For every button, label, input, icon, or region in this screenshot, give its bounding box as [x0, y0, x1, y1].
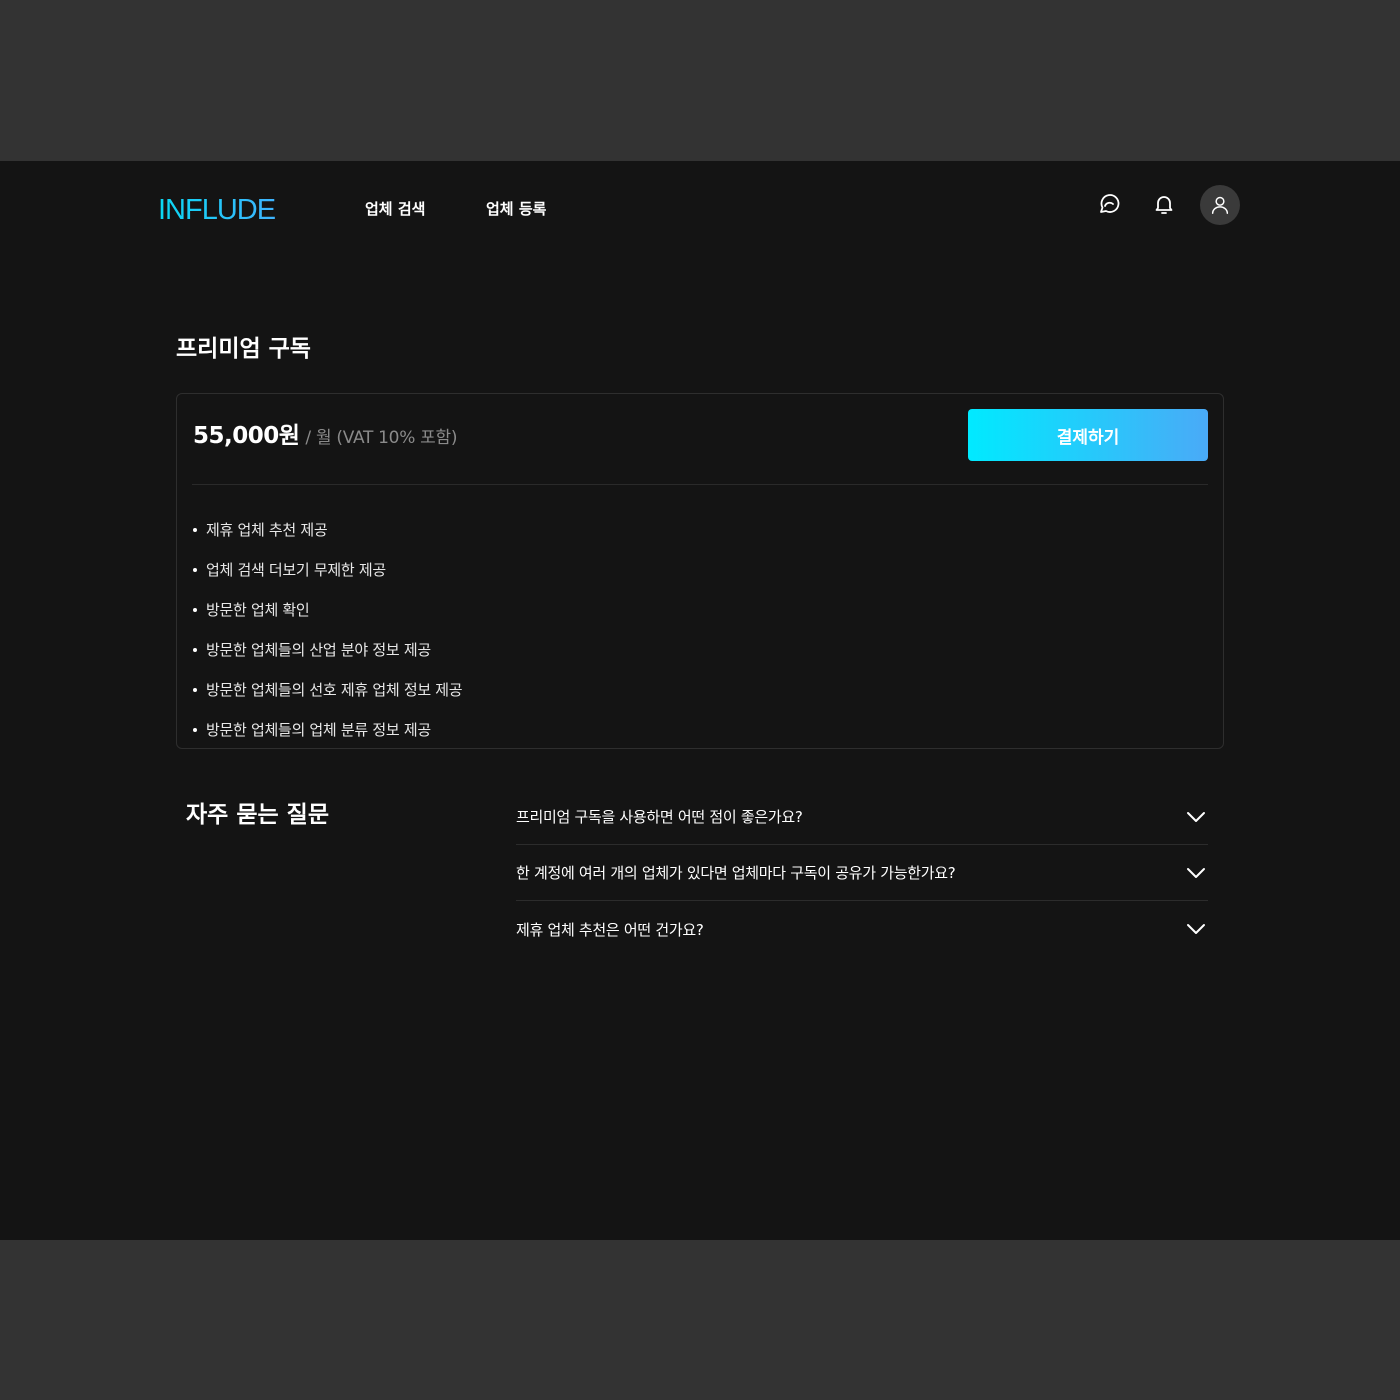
faq-item[interactable]: 한 계정에 여러 개의 업체가 있다면 업체마다 구독이 공유가 가능한가요?	[516, 845, 1208, 901]
feature-item: 제휴 업체 추천 제공	[193, 509, 462, 549]
bullet-icon	[193, 568, 197, 572]
faq-question: 한 계정에 여러 개의 업체가 있다면 업체마다 구독이 공유가 가능한가요?	[516, 864, 956, 882]
divider	[192, 484, 1208, 485]
faq-item[interactable]: 제휴 업체 추천은 어떤 건가요?	[516, 901, 1208, 957]
feature-label: 방문한 업체들의 산업 분야 정보 제공	[206, 640, 431, 659]
price-row: 55,000원 / 월 (VAT 10% 포함)	[193, 416, 457, 450]
faq-question: 프리미엄 구독을 사용하면 어떤 점이 좋은가요?	[516, 808, 803, 826]
app-window: INFLUDE 업체 검색 업체 등록 프리미엄 구독 55,000원 / 월 …	[0, 161, 1400, 1240]
feature-item: 방문한 업체들의 업체 분류 정보 제공	[193, 709, 462, 749]
price-unit: / 월 (VAT 10% 포함)	[305, 428, 458, 448]
feature-label: 제휴 업체 추천 제공	[206, 520, 328, 539]
feature-label: 방문한 업체들의 선호 제휴 업체 정보 제공	[206, 680, 463, 699]
bullet-icon	[193, 528, 197, 532]
price: 55,000원	[193, 423, 300, 449]
nav-company-search[interactable]: 업체 검색	[365, 199, 425, 219]
feature-item: 업체 검색 더보기 무제한 제공	[193, 549, 462, 589]
faq-title: 자주 묻는 질문	[186, 802, 329, 828]
bullet-icon	[193, 688, 197, 692]
chevron-down-icon[interactable]	[1184, 861, 1208, 885]
pay-button[interactable]: 결제하기	[968, 409, 1208, 461]
nav-company-register[interactable]: 업체 등록	[486, 199, 546, 219]
page-title: 프리미엄 구독	[176, 336, 311, 362]
feature-list: 제휴 업체 추천 제공 업체 검색 더보기 무제한 제공 방문한 업체 확인 방…	[193, 509, 463, 749]
bullet-icon	[193, 608, 197, 612]
feature-label: 방문한 업체들의 업체 분류 정보 제공	[206, 720, 431, 739]
user-avatar[interactable]	[1200, 185, 1240, 225]
chevron-down-icon[interactable]	[1184, 805, 1208, 829]
chat-icon[interactable]	[1092, 188, 1124, 220]
bullet-icon	[193, 648, 197, 652]
faq-item[interactable]: 프리미엄 구독을 사용하면 어떤 점이 좋은가요?	[516, 789, 1208, 845]
plan-card: 55,000원 / 월 (VAT 10% 포함) 결제하기 제휴 업체 추천 제…	[176, 393, 1224, 749]
feature-item: 방문한 업체들의 선호 제휴 업체 정보 제공	[193, 669, 463, 709]
faq-list: 프리미엄 구독을 사용하면 어떤 점이 좋은가요? 한 계정에 여러 개의 업체…	[516, 789, 1208, 957]
bullet-icon	[193, 728, 197, 732]
logo[interactable]: INFLUDE	[158, 193, 276, 227]
bell-icon[interactable]	[1148, 188, 1180, 220]
user-icon	[1211, 196, 1229, 214]
feature-item: 방문한 업체들의 산업 분야 정보 제공	[193, 629, 462, 669]
feature-item: 방문한 업체 확인	[193, 589, 462, 629]
faq-question: 제휴 업체 추천은 어떤 건가요?	[516, 920, 704, 939]
feature-label: 방문한 업체 확인	[206, 600, 310, 619]
feature-label: 업체 검색 더보기 무제한 제공	[206, 560, 386, 579]
chevron-down-icon[interactable]	[1184, 917, 1208, 941]
